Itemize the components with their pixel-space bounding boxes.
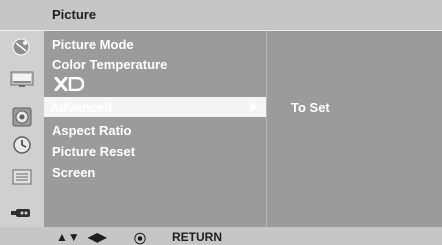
updown-arrows-icon: ▲▼ <box>56 230 80 244</box>
menu-item-aspect-ratio[interactable]: Aspect Ratio <box>52 123 131 138</box>
page-title: Picture <box>52 7 97 22</box>
menu-item-xd-logo[interactable] <box>54 77 86 91</box>
menu-item-screen[interactable]: Screen <box>52 165 95 180</box>
menu-item-advanced[interactable]: Advanced <box>44 97 266 117</box>
options-box-icon[interactable] <box>10 167 34 187</box>
picture-tv-icon[interactable] <box>10 69 34 89</box>
clock-icon[interactable] <box>10 135 34 155</box>
submenu-option-to-set[interactable]: To Set <box>291 100 330 115</box>
menu-item-label: Advanced <box>50 100 113 115</box>
audio-speaker-icon[interactable] <box>10 107 34 127</box>
leftright-arrows-icon: ◀▶ <box>88 230 107 244</box>
menu-item-picture-reset[interactable]: Picture Reset <box>52 144 135 159</box>
menu-item-picture-mode[interactable]: Picture Mode <box>52 37 134 52</box>
menu-item-label: Screen <box>52 165 96 180</box>
osd-menu: Picture Picture Mode Color Temperature A… <box>0 0 442 245</box>
menu-item-label: Color Temperature <box>52 57 168 72</box>
header-bar: Picture <box>0 0 442 30</box>
satellite-dish-icon[interactable] <box>10 37 34 57</box>
input-plug-icon[interactable] <box>10 203 34 223</box>
footer-hint-bar: ▲▼ ◀▶ ⦿ RETURN <box>0 227 442 245</box>
menu-item-label: Aspect Ratio <box>52 123 132 138</box>
menu-item-label: Picture Reset <box>52 144 136 159</box>
submenu-panel: To Set <box>266 30 442 228</box>
picture-menu-list: Picture Mode Color Temperature Advanced … <box>44 30 266 228</box>
return-hint-label: RETURN <box>172 230 222 244</box>
category-sidebar <box>0 30 44 228</box>
menu-item-label: Picture Mode <box>52 37 134 52</box>
ok-button-icon: ⦿ <box>134 232 147 245</box>
submenu-arrow-icon <box>250 102 258 112</box>
menu-item-color-temperature[interactable]: Color Temperature <box>52 57 167 72</box>
